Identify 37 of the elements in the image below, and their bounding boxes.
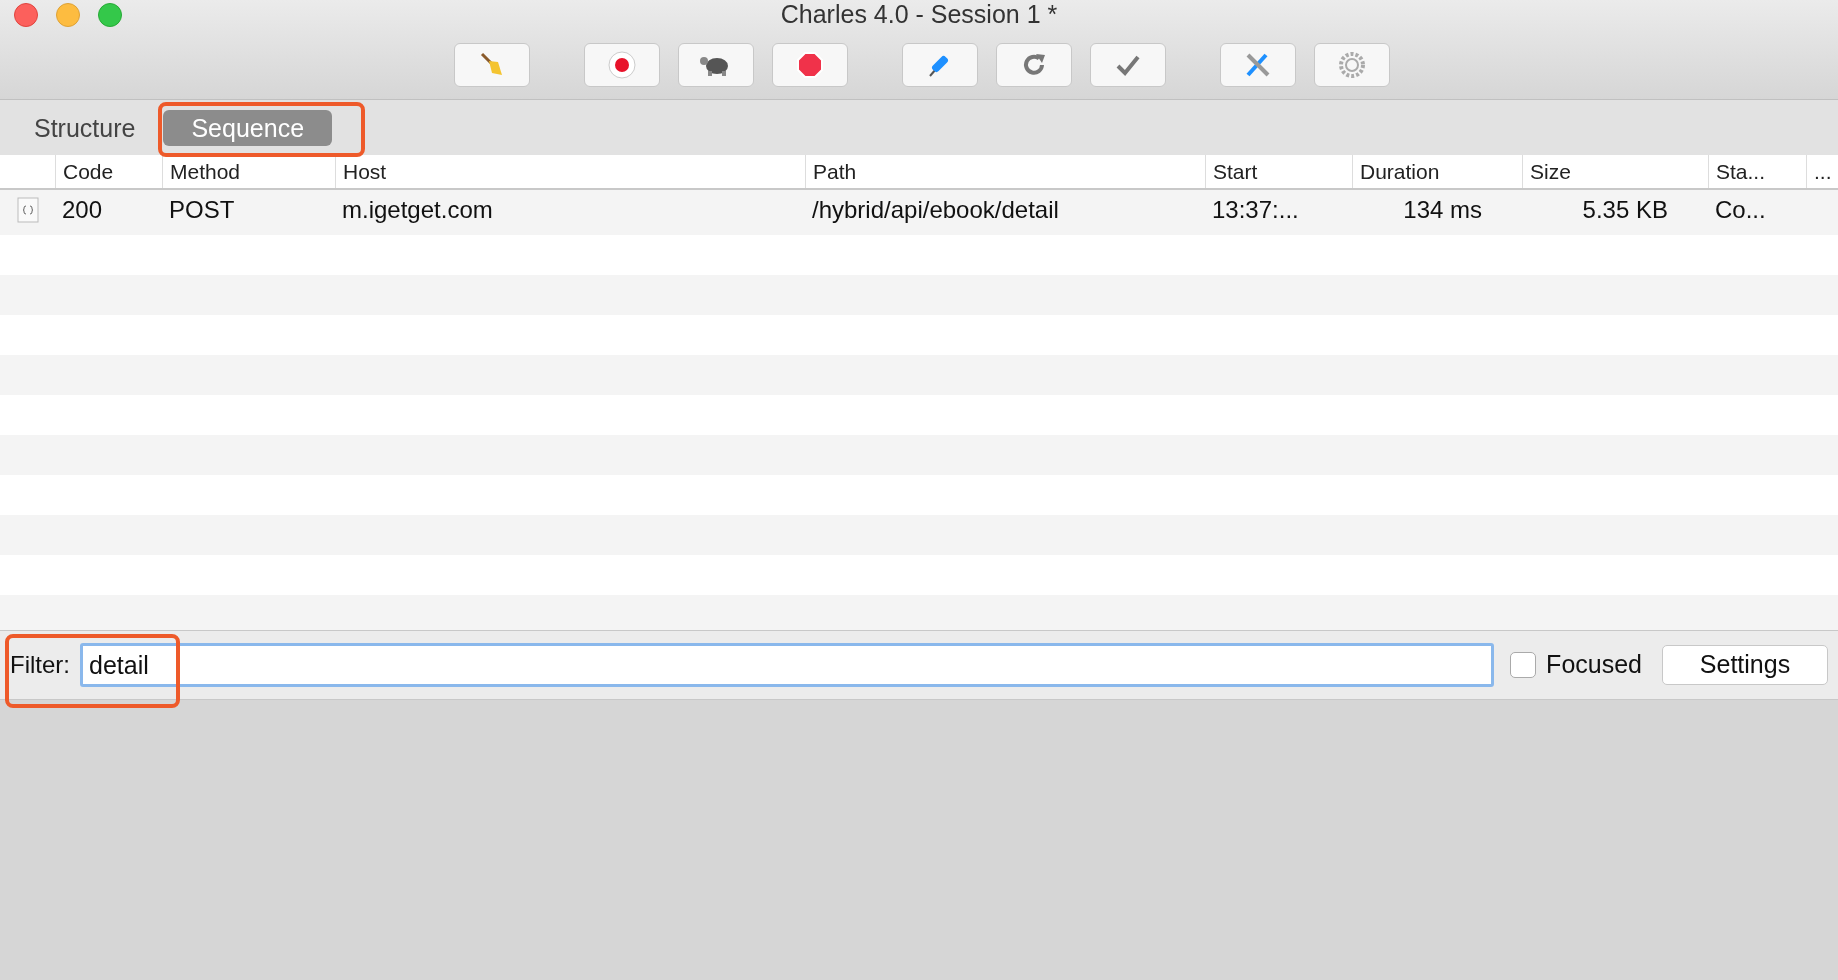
table-cell-text: Co... (1715, 195, 1766, 225)
column-header[interactable]: Sta... (1716, 155, 1766, 188)
zoom-button[interactable] (98, 3, 122, 27)
view-tab[interactable]: Structure (34, 109, 136, 146)
table-cell-text: /hybrid/api/ebook/detail (812, 195, 1059, 225)
toolbar-button[interactable] (996, 42, 1072, 87)
gear-icon (1337, 49, 1367, 80)
toolbar-button[interactable] (584, 42, 660, 87)
toolbar-button[interactable] (1090, 42, 1166, 87)
checkbox-label: Focused (1546, 649, 1642, 681)
table-cell-text: 13:37:... (1212, 195, 1299, 225)
settings-button[interactable]: Settings (1662, 645, 1828, 685)
stop-icon (795, 49, 825, 80)
table-cell-text: POST (169, 195, 235, 225)
table-cell-text: 200 (62, 195, 103, 225)
toolbar-button[interactable] (902, 42, 978, 87)
focused-checkbox[interactable] (1510, 652, 1537, 678)
table-cell-text: 5.35 KB (1582, 195, 1668, 225)
column-header[interactable]: Path (813, 155, 857, 188)
filter-input[interactable]: detail (80, 643, 1495, 687)
column-header[interactable]: Code (63, 155, 114, 188)
column-header[interactable]: Duration (1360, 155, 1440, 188)
column-header[interactable]: Size (1530, 155, 1571, 188)
column-header[interactable]: Method (170, 155, 241, 188)
column-header[interactable]: Start (1213, 155, 1258, 188)
window-title: Charles 4.0 - Session 1 * (780, 0, 1058, 31)
toolbar-button[interactable] (678, 42, 754, 87)
json-file-icon (16, 197, 39, 223)
table-cell-text: m.igetget.com (342, 195, 493, 225)
close-button[interactable] (14, 3, 38, 27)
minimize-button[interactable] (56, 3, 80, 27)
record-icon (607, 49, 637, 80)
column-header[interactable]: ... (1814, 155, 1832, 188)
toolbar-button[interactable] (772, 42, 848, 87)
table-cell-text: 134 ms (1403, 195, 1482, 225)
column-header[interactable]: Host (343, 155, 387, 188)
filter-label: Filter: (10, 650, 70, 680)
